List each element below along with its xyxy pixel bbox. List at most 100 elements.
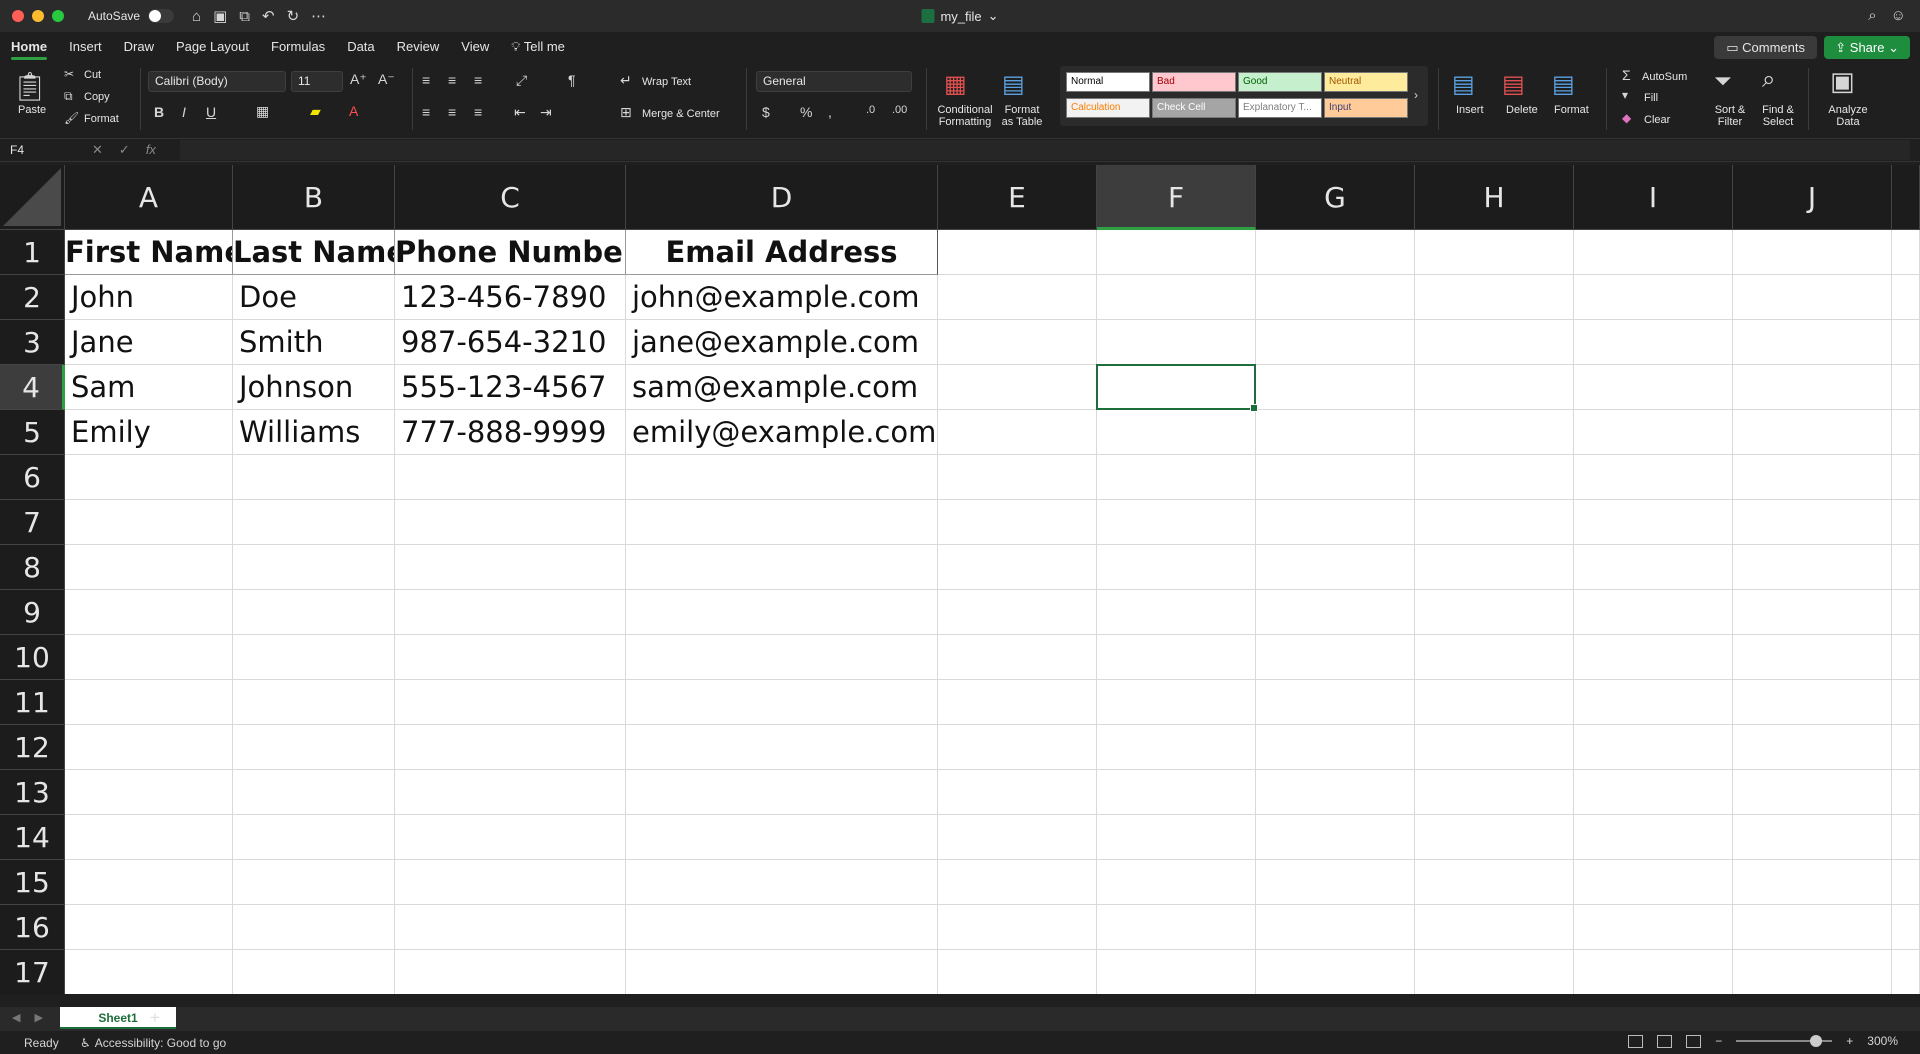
cell-j9[interactable] <box>1733 590 1892 635</box>
account-icon[interactable]: ☺ <box>1891 7 1906 24</box>
increase-decimal-icon[interactable]: .0 <box>866 104 875 116</box>
column-header-d[interactable]: D <box>626 165 938 230</box>
tab-view[interactable]: View <box>450 32 500 62</box>
row-header-6[interactable]: 6 <box>0 455 65 500</box>
format-cells-button[interactable]: Format <box>1554 104 1589 116</box>
cell-style-option[interactable]: Input <box>1324 98 1408 118</box>
cell-h6[interactable] <box>1415 455 1574 500</box>
row-header-4[interactable]: 4 <box>0 365 65 410</box>
cell-f12[interactable] <box>1097 725 1256 770</box>
row-header-15[interactable]: 15 <box>0 860 65 905</box>
cell-a8[interactable] <box>65 545 233 590</box>
cell-f9[interactable] <box>1097 590 1256 635</box>
cell-a11[interactable] <box>65 680 233 725</box>
wrap-text-button[interactable]: Wrap Text <box>642 76 691 88</box>
align-top-icon[interactable]: ≡ <box>422 72 430 88</box>
align-right-icon[interactable]: ≡ <box>474 104 482 120</box>
cell-c8[interactable] <box>395 545 626 590</box>
cell-h3[interactable] <box>1415 320 1574 365</box>
cell-b6[interactable] <box>233 455 395 500</box>
cell-d16[interactable] <box>626 905 938 950</box>
zoom-out-icon[interactable]: − <box>1715 1034 1722 1048</box>
cell-h5[interactable] <box>1415 410 1574 455</box>
cell-i8[interactable] <box>1574 545 1733 590</box>
confirm-icon[interactable]: ✓ <box>119 142 130 158</box>
row-header-5[interactable]: 5 <box>0 410 65 455</box>
cell-c16[interactable] <box>395 905 626 950</box>
cell-d4[interactable]: sam@example.com <box>626 365 938 410</box>
cell-a5[interactable]: Emily <box>65 410 233 455</box>
cell-e6[interactable] <box>938 455 1097 500</box>
cell-b5[interactable]: Williams <box>233 410 395 455</box>
fill-button[interactable]: Fill <box>1644 92 1658 104</box>
next-sheet-icon[interactable]: ▶ <box>34 1011 42 1024</box>
minimize-window-button[interactable] <box>32 10 44 22</box>
cell-d8[interactable] <box>626 545 938 590</box>
column-header-j[interactable]: J <box>1733 165 1892 230</box>
autosum-button[interactable]: AutoSum <box>1642 71 1687 83</box>
cell-d5[interactable]: emily@example.com <box>626 410 938 455</box>
column-header-a[interactable]: A <box>65 165 233 230</box>
cell-b8[interactable] <box>233 545 395 590</box>
cell-f5[interactable] <box>1097 410 1256 455</box>
cell-f11[interactable] <box>1097 680 1256 725</box>
comma-style-icon[interactable]: , <box>828 104 832 120</box>
cell-f14[interactable] <box>1097 815 1256 860</box>
cell-h2[interactable] <box>1415 275 1574 320</box>
row-header-8[interactable]: 8 <box>0 545 65 590</box>
cell-c15[interactable] <box>395 860 626 905</box>
cell-h7[interactable] <box>1415 500 1574 545</box>
paste-button[interactable]: Paste <box>18 104 46 116</box>
zoom-slider[interactable] <box>1736 1035 1833 1047</box>
cell-f2[interactable] <box>1097 275 1256 320</box>
rtl-icon[interactable]: ¶ <box>568 72 576 88</box>
cell-d2[interactable]: john@example.com <box>626 275 938 320</box>
cell-j17[interactable] <box>1733 950 1892 994</box>
decrease-decimal-icon[interactable]: .00 <box>892 104 907 116</box>
document-title[interactable]: my_file ⌄ <box>921 8 999 24</box>
cell-f17[interactable] <box>1097 950 1256 994</box>
percent-icon[interactable]: % <box>800 104 812 120</box>
cell-i15[interactable] <box>1574 860 1733 905</box>
cell-a9[interactable] <box>65 590 233 635</box>
share-button[interactable]: ⇪ Share ⌄ <box>1824 36 1910 59</box>
cell-style-option[interactable]: Calculation <box>1066 98 1150 118</box>
cell-g9[interactable] <box>1256 590 1415 635</box>
cell-i16[interactable] <box>1574 905 1733 950</box>
name-box[interactable]: F4 <box>0 139 84 161</box>
redo-icon[interactable]: ↻ <box>287 9 300 24</box>
bold-icon[interactable]: B <box>154 104 164 120</box>
formula-input[interactable] <box>180 140 1910 160</box>
cell-g2[interactable] <box>1256 275 1415 320</box>
cell-a12[interactable] <box>65 725 233 770</box>
cell-f13[interactable] <box>1097 770 1256 815</box>
cell-a6[interactable] <box>65 455 233 500</box>
cell-a1[interactable]: First Name <box>65 230 233 275</box>
cell-g6[interactable] <box>1256 455 1415 500</box>
cell-d3[interactable]: jane@example.com <box>626 320 938 365</box>
cell-d9[interactable] <box>626 590 938 635</box>
cell-h11[interactable] <box>1415 680 1574 725</box>
align-left-icon[interactable]: ≡ <box>422 104 430 120</box>
cell-i10[interactable] <box>1574 635 1733 680</box>
search-icon[interactable]: ⌕ <box>1868 7 1876 24</box>
cell-j5[interactable] <box>1733 410 1892 455</box>
cell-h9[interactable] <box>1415 590 1574 635</box>
cell-style-option[interactable]: Bad <box>1152 72 1236 92</box>
cell-g16[interactable] <box>1256 905 1415 950</box>
cell-e5[interactable] <box>938 410 1097 455</box>
cell-b1[interactable]: Last Name <box>233 230 395 275</box>
cell-b11[interactable] <box>233 680 395 725</box>
cell-b10[interactable] <box>233 635 395 680</box>
cell-g1[interactable] <box>1256 230 1415 275</box>
cell-j4[interactable] <box>1733 365 1892 410</box>
column-header-g[interactable]: G <box>1256 165 1415 230</box>
cell-a2[interactable]: John <box>65 275 233 320</box>
cell-style-option[interactable]: Neutral <box>1324 72 1408 92</box>
column-header-i[interactable]: I <box>1574 165 1733 230</box>
cell-i9[interactable] <box>1574 590 1733 635</box>
insert-cells-button[interactable]: Insert <box>1456 104 1484 116</box>
cell-i14[interactable] <box>1574 815 1733 860</box>
cell-b9[interactable] <box>233 590 395 635</box>
tab-insert[interactable]: Insert <box>58 32 113 62</box>
